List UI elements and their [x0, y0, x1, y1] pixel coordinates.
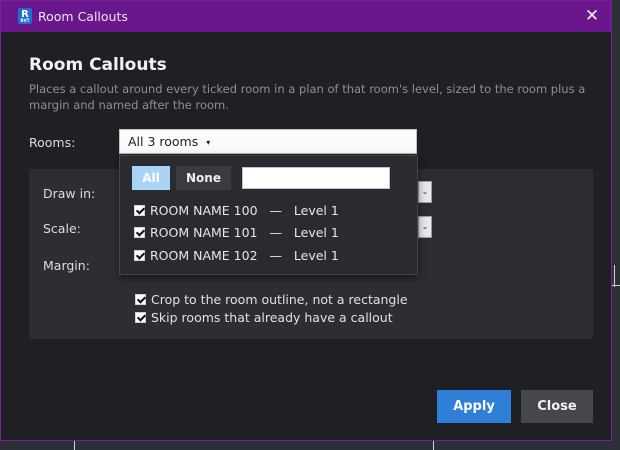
close-button[interactable]: Close: [521, 390, 593, 423]
revit-app-icon: R RVT: [18, 8, 32, 24]
rooms-label: Rooms:: [29, 135, 76, 150]
scale-label: Scale:: [43, 221, 81, 236]
title-bar[interactable]: R RVT Room Callouts ✕: [1, 1, 611, 32]
checkbox[interactable]: [135, 312, 146, 323]
list-item[interactable]: ROOM NAME 100 — Level 1: [134, 203, 339, 218]
window-title: Room Callouts: [38, 9, 128, 24]
background-gridline: [614, 265, 615, 287]
skip-existing-option[interactable]: Skip rooms that already have a callout: [135, 310, 393, 325]
description-text: Places a callout around every ticked roo…: [29, 82, 586, 112]
draw-in-select[interactable]: ⌄: [418, 181, 432, 203]
skip-existing-label: Skip rooms that already have a callout: [151, 310, 393, 325]
room-item-label: ROOM NAME 100 — Level 1: [150, 203, 339, 218]
select-none-button[interactable]: None: [176, 166, 231, 190]
app-icon-sub: RVT: [20, 18, 30, 23]
room-item-label: ROOM NAME 102 — Level 1: [150, 248, 339, 263]
background-gridline: [612, 285, 620, 286]
checkbox[interactable]: [134, 250, 145, 261]
rooms-select[interactable]: All 3 rooms ▾: [119, 129, 417, 154]
background-gridline: [74, 441, 75, 450]
rooms-select-value: All 3 rooms: [128, 134, 199, 149]
room-item-label: ROOM NAME 101 — Level 1: [150, 225, 339, 240]
apply-button[interactable]: Apply: [437, 390, 511, 423]
room-callouts-dialog: R RVT Room Callouts ✕ Room Callouts Plac…: [0, 0, 612, 441]
page-title: Room Callouts: [29, 55, 167, 75]
select-all-button[interactable]: All: [132, 166, 170, 190]
background-gridline: [433, 441, 434, 450]
close-icon[interactable]: ✕: [581, 5, 603, 27]
chevron-down-icon: ▾: [206, 138, 211, 147]
list-item[interactable]: ROOM NAME 102 — Level 1: [134, 248, 339, 263]
checkbox[interactable]: [134, 227, 145, 238]
draw-in-label: Draw in:: [43, 186, 96, 201]
rooms-dropdown-popup: All None ROOM NAME 100 — Level 1 ROOM NA…: [119, 155, 418, 275]
scale-select[interactable]: ⌄: [418, 216, 432, 238]
room-filter-input[interactable]: [242, 167, 390, 189]
checkbox[interactable]: [135, 294, 146, 305]
checkbox[interactable]: [134, 205, 145, 216]
crop-outline-label: Crop to the room outline, not a rectangl…: [151, 292, 408, 307]
margin-label: Margin:: [43, 258, 90, 273]
list-item[interactable]: ROOM NAME 101 — Level 1: [134, 225, 339, 240]
crop-outline-option[interactable]: Crop to the room outline, not a rectangl…: [135, 292, 408, 307]
